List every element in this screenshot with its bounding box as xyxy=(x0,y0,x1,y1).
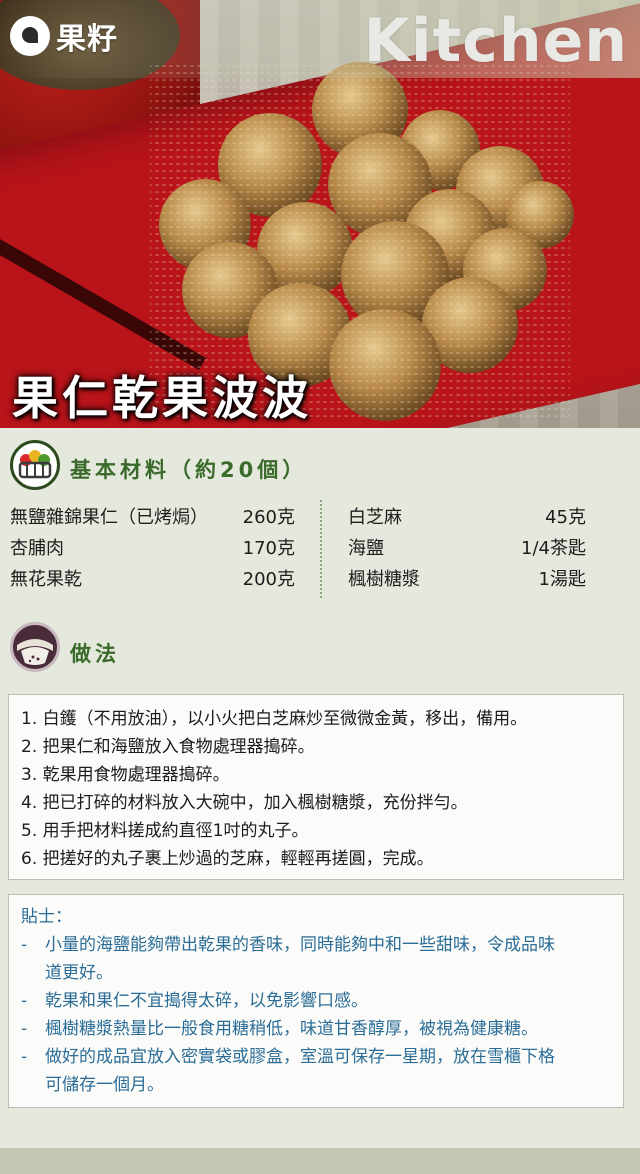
tip-item: 楓樹糖漿熱量比一般食用糖稍低，味道甘香醇厚，被視為健康糖。 xyxy=(21,1015,623,1043)
cooking-pot-icon xyxy=(10,622,60,672)
tip-line: 可儲存一個月。 xyxy=(45,1075,164,1095)
ingredient-amount: 200克 xyxy=(242,568,295,590)
brand-logo[interactable]: 果籽 xyxy=(10,14,118,58)
ingredient-name: 無鹽雜錦果仁（已烤焗） xyxy=(10,506,208,528)
tip-line: 做好的成品宜放入密實袋或膠盒，室溫可保存一星期，放在雪櫃下格 xyxy=(45,1047,555,1067)
tip-line: 乾果和果仁不宜搗得太碎，以免影響口感。 xyxy=(45,991,368,1011)
vegetable-basket-icon xyxy=(10,440,60,490)
ingredient-row: 海鹽 1/4茶匙 xyxy=(348,531,586,562)
ingredient-name: 杏脯肉 xyxy=(10,537,64,559)
step-item: 2. 把果仁和海鹽放入食物處理器搗碎。 xyxy=(21,737,315,757)
logo-icon xyxy=(10,16,50,56)
tip-item: 做好的成品宜放入密實袋或膠盒，室溫可保存一星期，放在雪櫃下格 可儲存一個月。 xyxy=(21,1043,623,1099)
ingredients-heading: 基本材料（約20個） xyxy=(70,458,308,482)
column-divider xyxy=(320,500,322,598)
tip-item: 乾果和果仁不宜搗得太碎，以免影響口感。 xyxy=(21,987,623,1015)
step-item: 6. 把搓好的丸子裹上炒過的芝麻，輕輕再搓圓，完成。 xyxy=(21,849,434,869)
tip-line: 楓樹糖漿熱量比一般食用糖稍低，味道甘香醇厚，被視為健康糖。 xyxy=(45,1019,538,1039)
step-item: 3. 乾果用食物處理器搗碎。 xyxy=(21,765,230,785)
ingredient-name: 海鹽 xyxy=(348,537,384,559)
ingredient-name: 白芝麻 xyxy=(348,506,402,528)
method-heading: 做法 xyxy=(70,642,120,666)
ingredient-row: 無鹽雜錦果仁（已烤焗） 260克 xyxy=(10,500,295,531)
ingredient-amount: 45克 xyxy=(545,506,586,528)
tips-heading: 貼士： xyxy=(21,907,72,927)
ingredient-amount: 1/4茶匙 xyxy=(521,537,586,559)
tip-line: 小量的海鹽能夠帶出乾果的香味，同時能夠中和一些甜味，令成品味 xyxy=(45,935,555,955)
recipe-title: 果仁乾果波波 xyxy=(12,371,312,425)
steps-box: 1. 白鑊（不用放油），以小火把白芝麻炒至微微金黃，移出，備用。 2. 把果仁和… xyxy=(8,694,624,880)
ingredient-name: 無花果乾 xyxy=(10,568,82,590)
ingredients-right-column: 白芝麻 45克 海鹽 1/4茶匙 楓樹糖漿 1湯匙 xyxy=(348,500,586,593)
step-item: 1. 白鑊（不用放油），以小火把白芝麻炒至微微金黃，移出，備用。 xyxy=(21,709,528,729)
tip-line: 道更好。 xyxy=(45,963,113,983)
ingredient-amount: 170克 xyxy=(242,537,295,559)
footer-bar xyxy=(0,1148,640,1174)
ingredient-name: 楓樹糖漿 xyxy=(348,568,420,590)
ingredient-row: 白芝麻 45克 xyxy=(348,500,586,531)
tips-box: 貼士： 小量的海鹽能夠帶出乾果的香味，同時能夠中和一些甜味，令成品味 道更好。 … xyxy=(8,894,624,1108)
logo-text: 果籽 xyxy=(56,22,118,57)
ingredient-row: 杏脯肉 170克 xyxy=(10,531,295,562)
tip-item: 小量的海鹽能夠帶出乾果的香味，同時能夠中和一些甜味，令成品味 道更好。 xyxy=(21,931,623,987)
step-item: 4. 把已打碎的材料放入大碗中，加入楓樹糖漿，充份拌勻。 xyxy=(21,793,468,813)
ingredient-row: 無花果乾 200克 xyxy=(10,562,295,593)
section-label: Kitchen xyxy=(363,6,628,76)
ingredients-left-column: 無鹽雜錦果仁（已烤焗） 260克 杏脯肉 170克 無花果乾 200克 xyxy=(10,500,295,593)
ingredient-amount: 1湯匙 xyxy=(538,568,586,590)
step-item: 5. 用手把材料搓成約直徑1吋的丸子。 xyxy=(21,821,309,841)
ingredient-row: 楓樹糖漿 1湯匙 xyxy=(348,562,586,593)
ingredient-amount: 260克 xyxy=(242,506,295,528)
hero-photo: 果籽 Kitchen 果仁乾果波波 xyxy=(0,0,640,428)
